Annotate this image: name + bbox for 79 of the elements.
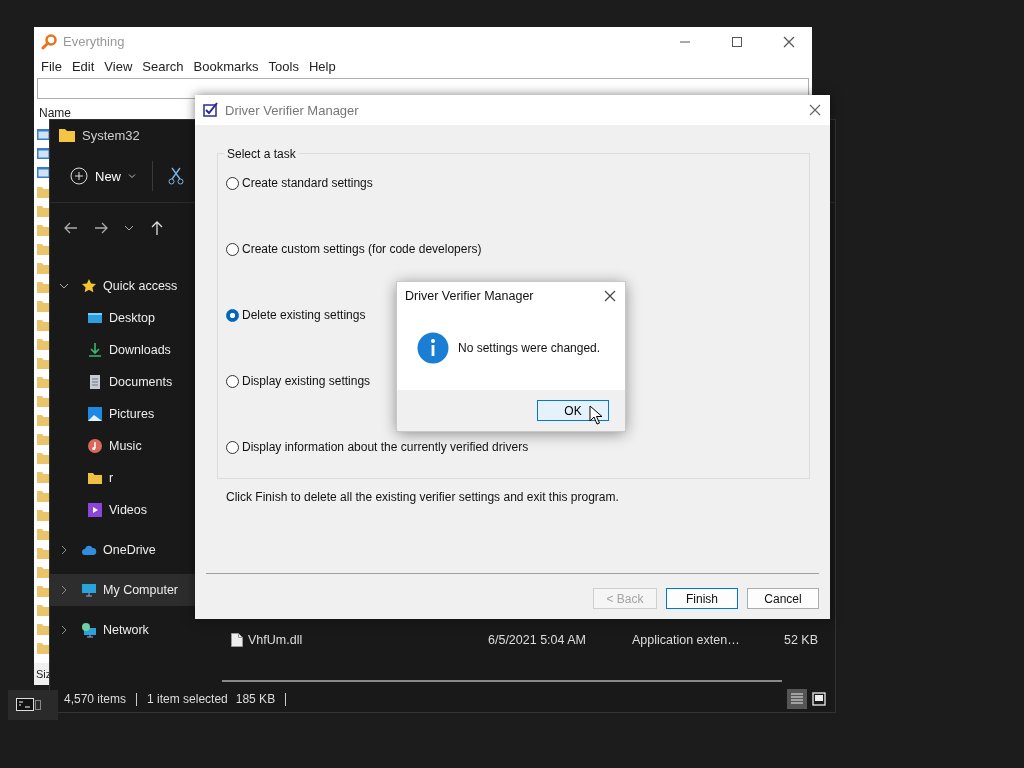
menu-item[interactable]: Help [303,58,341,74]
menu-item[interactable]: Edit [66,58,100,74]
chevron-icon[interactable] [59,545,69,555]
maximize-icon[interactable] [731,35,743,48]
group-label: Select a task [224,147,299,161]
item-count: 4,570 items [64,692,127,706]
plus-icon [70,167,88,185]
close-icon[interactable] [807,102,823,118]
scissors-icon[interactable] [167,167,185,185]
column-header: Name [39,106,71,120]
radio-button[interactable] [226,308,239,322]
option-label[interactable]: Create standard settings [242,176,373,190]
folder-icon [58,127,76,143]
console-icon[interactable] [16,698,42,712]
back-arrow-icon[interactable] [63,220,79,236]
file-icon [231,633,243,647]
sidebar-item[interactable]: Pictures [50,398,195,430]
up-arrow-icon[interactable] [149,220,165,236]
selection-size: 185 KB [235,692,276,706]
new-button[interactable]: New [68,163,138,189]
video-icon [87,502,103,518]
chevron-icon[interactable] [59,281,69,291]
document-icon [87,374,103,390]
radio-button[interactable] [226,440,239,454]
file-name[interactable]: VhfUm.dll [248,633,488,647]
message-text: No settings were changed. [458,341,601,355]
sidebar-item[interactable]: Music [50,430,195,462]
sidebar-item[interactable]: Videos [50,494,195,526]
menu-item[interactable]: Bookmarks [188,58,264,74]
option-label[interactable]: Display information about the currently verified drivers [242,440,529,454]
file-size: 52 KB [782,633,818,647]
window-title: System32 [82,127,140,143]
sidebar-item[interactable]: Network [50,614,195,646]
sidebar-item[interactable]: r [50,462,195,494]
download-icon [87,342,103,358]
scrollbar[interactable] [222,680,782,682]
option-label[interactable]: Create custom settings (for code developers) [242,242,482,256]
monitor-icon [87,310,103,326]
window-title: Driver Verifier Manager [225,102,360,118]
computer-icon [81,582,97,598]
menu-item[interactable]: Tools [263,58,304,74]
file-type: Application exten… [632,633,741,647]
tiles-view-icon[interactable] [809,689,829,709]
chevron-icon[interactable] [59,585,69,595]
network-icon [81,622,97,638]
dialog-button[interactable]: Cancel [747,588,819,609]
ok-button[interactable]: OK [537,400,609,421]
sidebar-item[interactable]: Documents [50,366,195,398]
caret-icon [128,172,136,180]
folder-icon [87,470,103,486]
window-title: Everything [63,34,126,49]
menu-item[interactable]: View [99,58,138,74]
sidebar-item[interactable]: Desktop [50,302,195,334]
selection-count: 1 item selected [147,692,228,706]
menu-item[interactable]: File [36,58,67,74]
option-label[interactable]: Delete existing settings [242,308,366,322]
radio-button[interactable] [226,176,239,190]
dialog-title: Driver Verifier Manager [405,289,535,303]
star-icon [81,278,97,294]
sidebar-item[interactable]: Quick access [50,270,195,302]
radio-button[interactable] [226,374,239,388]
info-icon [417,332,449,364]
sidebar-item[interactable]: My Computer [50,574,195,606]
close-icon[interactable] [602,288,618,304]
check-icon [203,102,219,118]
cursor-icon [589,405,603,425]
music-note-icon [87,438,103,454]
chevron-icon[interactable] [59,625,69,635]
menu-item[interactable]: Search [137,58,189,74]
radio-button[interactable] [226,242,239,256]
sidebar-item[interactable]: Downloads [50,334,195,366]
sidebar-item[interactable]: OneDrive [50,534,195,566]
magnifier-icon [41,33,57,50]
picture-icon [87,406,103,422]
dialog-button[interactable]: Finish [666,588,738,609]
file-date: 6/5/2021 5:04 AM [488,633,587,647]
option-label[interactable]: Display existing settings [242,374,371,388]
instruction-text: Click Finish to delete all the existing verifier settings and exit this program. [226,490,620,504]
forward-arrow-icon[interactable] [93,220,109,236]
